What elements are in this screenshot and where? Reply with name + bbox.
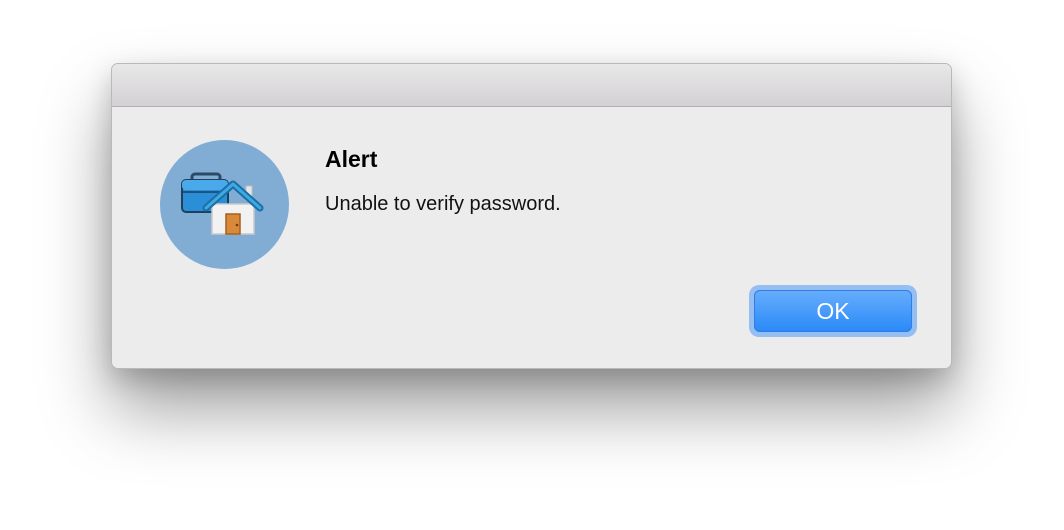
alert-dialog: Alert Unable to verify password. OK	[111, 63, 952, 369]
alert-message: Unable to verify password.	[325, 193, 561, 215]
ok-button-label: OK	[754, 290, 912, 332]
alert-title: Alert	[325, 146, 378, 172]
title-bar[interactable]	[112, 64, 951, 107]
home-briefcase-icon	[160, 140, 289, 269]
ok-button[interactable]: OK	[749, 285, 917, 337]
stage: Alert Unable to verify password. OK	[0, 0, 1064, 530]
